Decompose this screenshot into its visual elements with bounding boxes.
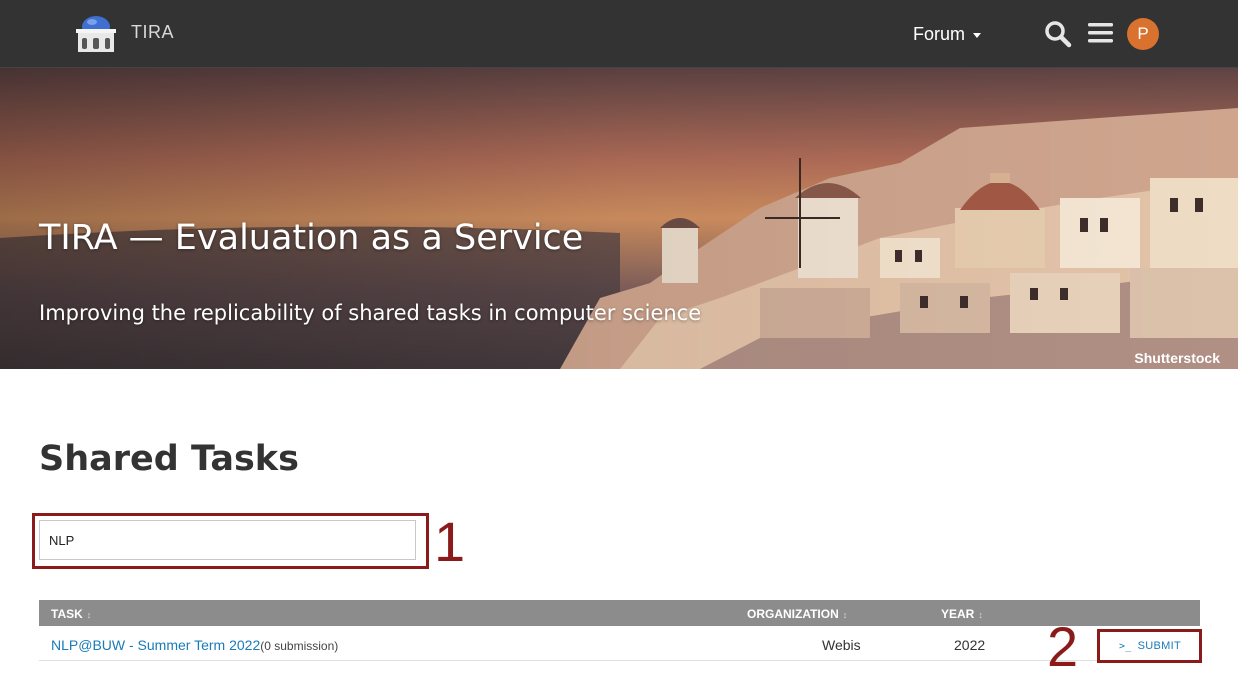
column-header-organization[interactable]: ORGANIZATION ↕ (747, 607, 847, 621)
organization-cell: Webis (822, 637, 861, 653)
hamburger-menu-icon[interactable] (1088, 22, 1113, 44)
table-row: NLP@BUW - Summer Term 2022(0 submission)… (39, 628, 1200, 661)
hero-subtitle: Improving the replicability of shared ta… (39, 301, 702, 325)
user-avatar[interactable]: P (1127, 18, 1159, 50)
image-credit: Shutterstock (1134, 350, 1220, 366)
task-link[interactable]: NLP@BUW - Summer Term 2022 (51, 637, 260, 653)
forum-label: Forum (913, 24, 966, 44)
submit-label: SUBMIT (1137, 640, 1181, 652)
sort-icon: ↕ (978, 610, 983, 620)
page-title: Shared Tasks (39, 439, 299, 479)
year-cell: 2022 (954, 637, 986, 653)
hero-title: TIRA — Evaluation as a Service (39, 218, 584, 258)
tira-logo-icon[interactable] (74, 14, 118, 54)
hero-banner: TIRA — Evaluation as a Service Improving… (0, 68, 1238, 369)
table-header: TASK ↕ ORGANIZATION ↕ YEAR ↕ (39, 600, 1200, 626)
annotation-label-1: 1 (434, 510, 466, 573)
brand-name[interactable]: TIRA (131, 22, 174, 43)
submit-button[interactable]: >_ SUBMIT (1103, 634, 1197, 658)
caret-down-icon (973, 32, 982, 38)
terminal-icon: >_ (1118, 641, 1132, 652)
task-cell: NLP@BUW - Summer Term 2022(0 submission) (51, 637, 338, 653)
search-icon[interactable] (1044, 20, 1072, 48)
sort-icon: ↕ (86, 610, 92, 620)
forum-menu[interactable]: Forum (913, 24, 982, 45)
annotation-label-2: 2 (1047, 615, 1079, 678)
column-header-year[interactable]: YEAR ↕ (941, 607, 983, 621)
sort-icon: ↕ (842, 610, 848, 620)
top-navbar: TIRA Forum P (0, 0, 1238, 68)
submission-count: (0 submission) (260, 639, 339, 653)
task-filter-input[interactable] (39, 520, 416, 560)
column-header-task[interactable]: TASK ↕ (51, 607, 91, 621)
